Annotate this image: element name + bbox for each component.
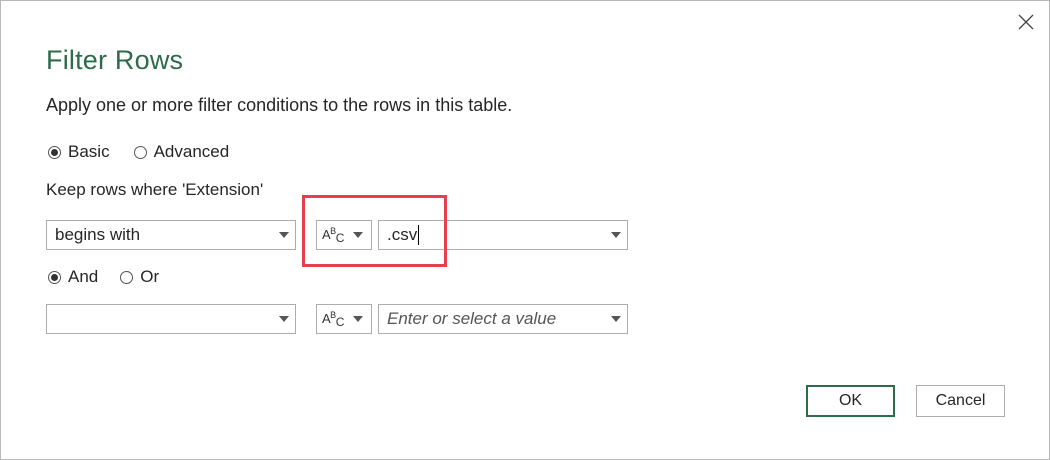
value-2-placeholder: Enter or select a value: [387, 309, 557, 328]
value-combobox-1[interactable]: .csv: [378, 220, 628, 250]
type-button-1[interactable]: ABC: [316, 220, 372, 250]
chevron-down-icon: [352, 232, 363, 238]
chevron-down-icon: [605, 232, 627, 238]
text-type-icon: ABC: [322, 225, 344, 245]
ok-button[interactable]: OK: [806, 385, 895, 417]
radio-and[interactable]: And: [48, 267, 98, 287]
text-type-icon: ABC: [322, 309, 344, 329]
radio-advanced-label: Advanced: [153, 142, 230, 161]
chevron-down-icon: [273, 232, 295, 238]
chevron-down-icon: [273, 316, 295, 322]
radio-unselected-icon: [133, 145, 147, 159]
radio-selected-icon: [48, 145, 61, 159]
dialog-description: Apply one or more filter conditions to t…: [46, 95, 513, 115]
cancel-button[interactable]: Cancel: [916, 385, 1005, 417]
chevron-down-icon: [605, 316, 627, 322]
logic-radio-group: And Or: [48, 267, 159, 287]
value-1-text: .csv: [387, 224, 418, 244]
mode-radio-group: Basic Advanced: [48, 142, 229, 162]
radio-or[interactable]: Or: [120, 267, 159, 287]
radio-selected-icon: [48, 270, 61, 284]
type-button-2[interactable]: ABC: [316, 304, 372, 334]
chevron-down-icon: [352, 316, 363, 322]
close-button[interactable]: [1013, 9, 1039, 35]
radio-or-label: Or: [140, 267, 160, 286]
radio-and-label: And: [68, 267, 99, 286]
dialog-title: Filter Rows: [46, 45, 184, 75]
operator-dropdown-1[interactable]: begins with: [46, 220, 296, 250]
operator-dropdown-2[interactable]: [46, 304, 296, 334]
close-icon: [1018, 14, 1034, 30]
radio-basic[interactable]: Basic: [48, 142, 110, 162]
value-combobox-2[interactable]: Enter or select a value: [378, 304, 628, 334]
text-caret: [418, 225, 420, 246]
operator-1-value: begins with: [55, 225, 141, 244]
filter-rows-dialog: Filter Rows Apply one or more filter con…: [0, 0, 1050, 460]
radio-basic-label: Basic: [68, 142, 110, 161]
radio-unselected-icon: [120, 270, 134, 284]
radio-advanced[interactable]: Advanced: [133, 142, 230, 162]
keep-rows-label: Keep rows where 'Extension': [46, 180, 264, 199]
